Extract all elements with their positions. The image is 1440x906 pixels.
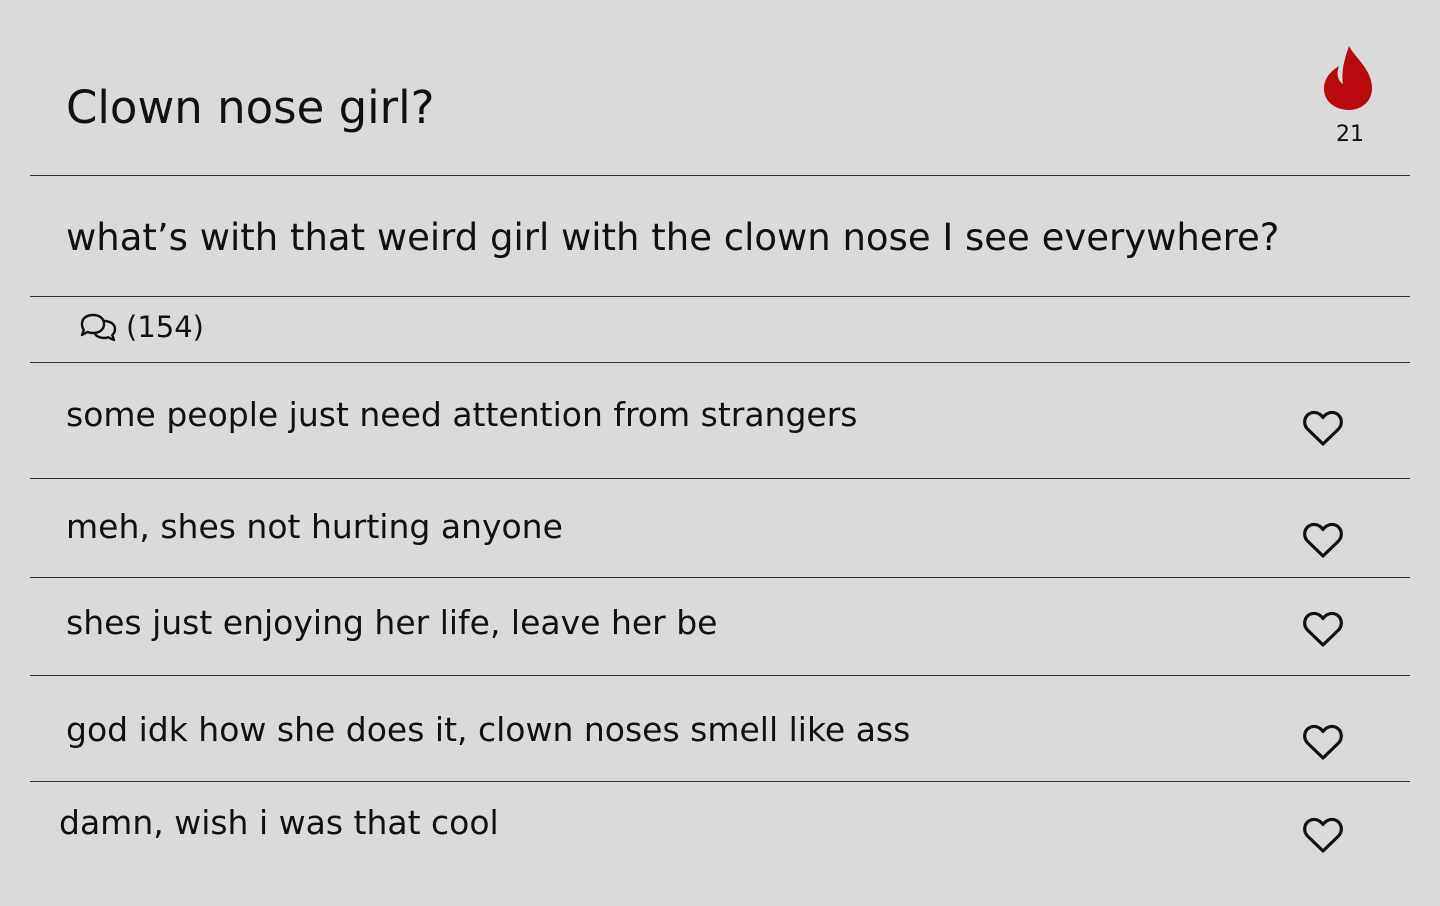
comments-count: (154) xyxy=(126,310,204,344)
divider xyxy=(30,296,1410,297)
divider xyxy=(30,478,1410,479)
divider xyxy=(30,781,1410,782)
comment-text: damn, wish i was that cool xyxy=(59,803,499,842)
flame-icon[interactable] xyxy=(1319,44,1377,114)
divider xyxy=(30,175,1410,176)
heart-outline-icon[interactable] xyxy=(1302,815,1344,855)
heart-outline-icon[interactable] xyxy=(1302,408,1344,448)
divider xyxy=(30,577,1410,578)
comment-text: meh, shes not hurting anyone xyxy=(66,507,563,546)
heart-outline-icon[interactable] xyxy=(1302,520,1344,560)
heart-outline-icon[interactable] xyxy=(1302,609,1344,649)
post-question: what’s with that weird girl with the clo… xyxy=(66,216,1280,259)
post-title: Clown nose girl? xyxy=(66,81,435,134)
comment-text: god idk how she does it, clown noses sme… xyxy=(66,710,911,749)
heart-outline-icon[interactable] xyxy=(1302,722,1344,762)
divider xyxy=(30,675,1410,676)
comments-toggle[interactable]: (154) xyxy=(78,306,204,348)
comment-text: some people just need attention from str… xyxy=(66,395,858,434)
divider xyxy=(30,362,1410,363)
comment-text: shes just enjoying her life, leave her b… xyxy=(66,603,718,642)
fire-count: 21 xyxy=(1336,122,1364,147)
speech-bubbles-icon xyxy=(80,313,117,342)
